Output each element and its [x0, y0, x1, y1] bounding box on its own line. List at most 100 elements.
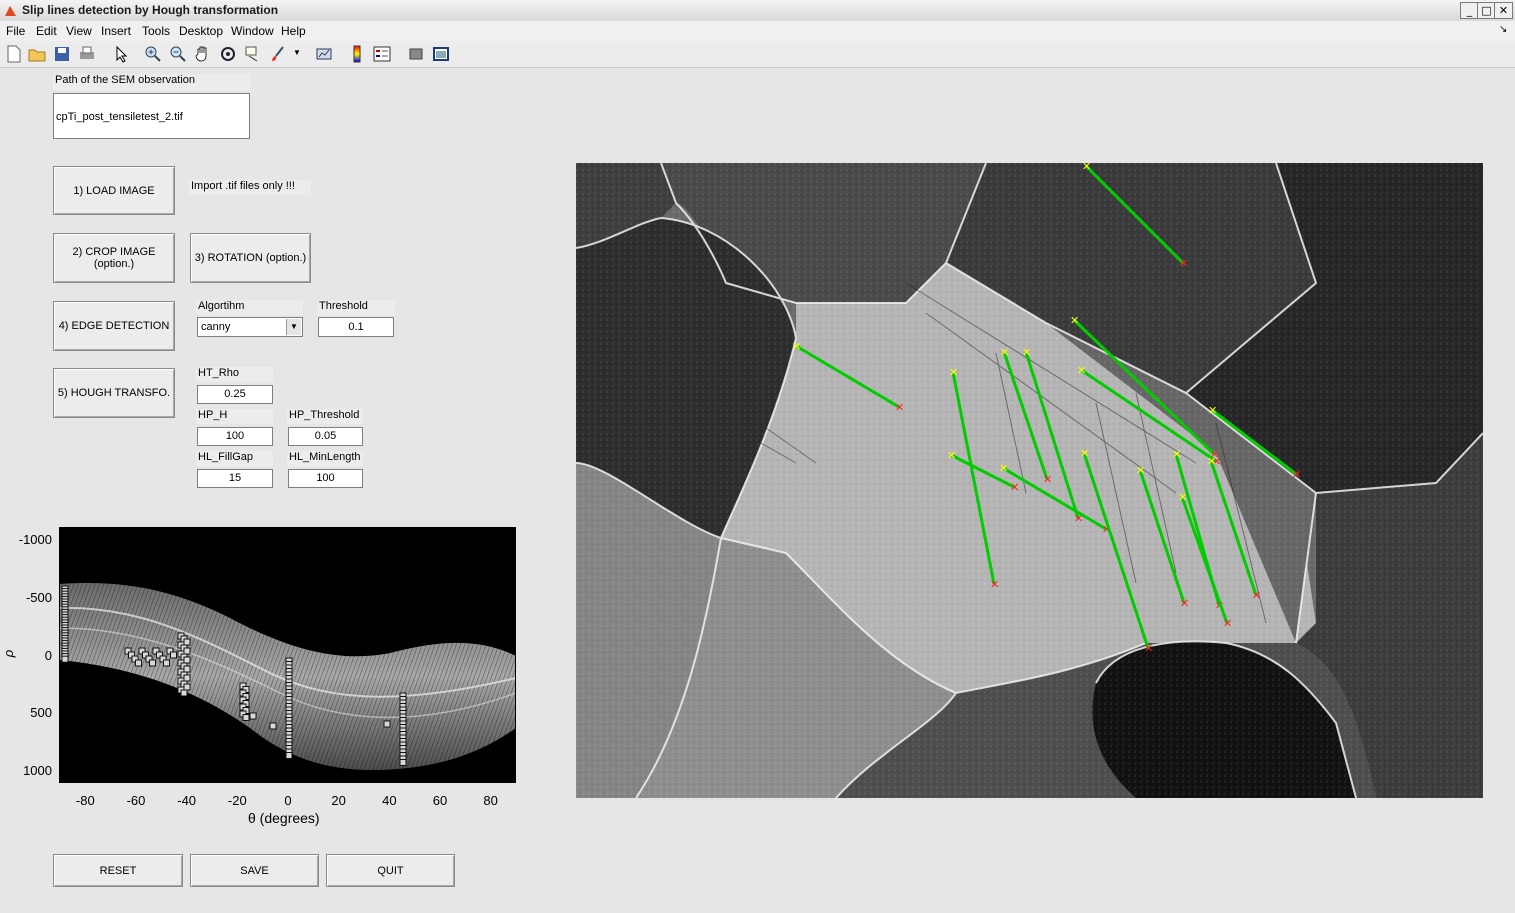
dock-arrow-icon[interactable]: ↘ [1499, 24, 1507, 35]
line-end-marker: ✕ [1252, 589, 1261, 602]
hl-fillgap-label: HL_FillGap [196, 451, 273, 466]
brush-dropdown-icon[interactable]: ▼ [293, 48, 301, 57]
y-tick-label: 500 [30, 705, 52, 721]
x-tick-label: 20 [331, 793, 346, 808]
chevron-down-icon[interactable]: ▼ [286, 319, 301, 335]
close-button[interactable]: ✕ [1494, 2, 1513, 19]
save-icon[interactable] [52, 44, 72, 64]
menu-edit[interactable]: Edit [36, 24, 57, 38]
threshold-input[interactable]: 0.1 [318, 317, 394, 337]
line-start-marker: ✕ [1178, 491, 1187, 504]
algorithm-value: canny [201, 321, 231, 333]
hl-minlength-input[interactable]: 100 [288, 469, 363, 488]
reset-button[interactable]: RESET [53, 854, 183, 887]
legend-icon[interactable] [372, 44, 392, 64]
brush-icon[interactable] [268, 44, 288, 64]
hough-peak-marker [285, 752, 293, 759]
data-cursor-icon[interactable] [243, 44, 263, 64]
threshold-label: Threshold [317, 300, 395, 315]
algorithm-label: Algortihm [196, 300, 303, 315]
x-tick-label: -60 [126, 793, 146, 808]
algorithm-select[interactable]: canny ▼ [197, 317, 303, 337]
window-title: Slip lines detection by Hough transforma… [22, 3, 279, 17]
line-end-marker: ✕ [1043, 473, 1052, 486]
line-start-marker: ✕ [1000, 346, 1009, 359]
matlab-icon [5, 6, 16, 16]
print-icon[interactable] [77, 44, 97, 64]
zoom-in-icon[interactable] [143, 44, 163, 64]
menu-insert[interactable]: Insert [101, 24, 131, 38]
hide-plot-tools-icon[interactable] [406, 44, 426, 64]
menu-bar: File Edit View Insert Tools Desktop Wind… [0, 21, 1515, 41]
x-tick-label: -80 [75, 793, 95, 808]
line-end-marker: ✕ [1292, 468, 1301, 481]
colorbar-icon[interactable] [347, 44, 367, 64]
hough-plot-area[interactable] [60, 528, 516, 783]
menu-desktop[interactable]: Desktop [179, 24, 223, 38]
line-end-marker: ✕ [1010, 481, 1019, 494]
x-tick-label: 0 [284, 793, 292, 808]
edge-detection-button[interactable]: 4) EDGE DETECTION [53, 301, 175, 351]
hough-peak-marker [269, 722, 277, 730]
line-start-marker: ✕ [1136, 464, 1145, 477]
import-note: Import .tif files only !!! [189, 180, 311, 195]
menu-tools[interactable]: Tools [142, 24, 170, 38]
hough-transform-button[interactable]: 5) HOUGH TRANSFO. [53, 368, 175, 418]
zoom-out-icon[interactable] [168, 44, 188, 64]
line-start-marker: ✕ [999, 462, 1008, 475]
pan-icon[interactable] [193, 44, 213, 64]
hough-accumulator [60, 583, 516, 771]
y-tick-label: 0 [44, 647, 52, 663]
open-file-icon[interactable] [27, 44, 47, 64]
sem-micrograph: ✕✕✕✕✕✕✕✕✕✕✕✕✕✕✕✕✕✕✕✕✕✕✕✕✕✕✕✕✕✕ [576, 163, 1483, 798]
load-image-button[interactable]: 1) LOAD IMAGE [53, 166, 175, 215]
line-start-marker: ✕ [792, 340, 801, 353]
link-plot-icon[interactable] [314, 44, 334, 64]
ht-rho-input[interactable]: 0.25 [197, 385, 273, 404]
hough-peak-marker [249, 712, 257, 720]
hp-h-input[interactable]: 100 [197, 427, 273, 446]
y-tick-label: -500 [25, 589, 52, 605]
hp-threshold-input[interactable]: 0.05 [288, 427, 363, 446]
quit-button[interactable]: QUIT [326, 854, 455, 887]
hough-peak-marker [183, 638, 191, 646]
x-tick-label: 60 [432, 793, 448, 808]
line-end-marker: ✕ [1180, 597, 1189, 610]
line-start-marker: ✕ [1080, 447, 1089, 460]
menu-file[interactable]: File [6, 24, 25, 38]
line-start-marker: ✕ [1022, 346, 1031, 359]
pointer-icon[interactable] [111, 44, 131, 64]
path-label: Path of the SEM observation [53, 74, 251, 90]
x-axis-label: θ (degrees) [248, 810, 320, 826]
x-tick-label: 40 [382, 793, 397, 808]
menu-help[interactable]: Help [281, 24, 306, 38]
line-end-marker: ✕ [1144, 642, 1153, 655]
line-end-marker: ✕ [1179, 257, 1188, 270]
title-bar: Slip lines detection by Hough transforma… [0, 0, 1515, 22]
line-start-marker: ✕ [1208, 404, 1217, 417]
show-plot-tools-icon[interactable] [431, 44, 451, 64]
save-button[interactable]: SAVE [190, 854, 319, 887]
hough-peak-marker [183, 683, 191, 691]
x-tick-label: -40 [177, 793, 197, 808]
hl-minlength-label: HL_MinLength [287, 451, 363, 466]
hough-peak-marker [383, 720, 391, 728]
sem-image[interactable]: ✕✕✕✕✕✕✕✕✕✕✕✕✕✕✕✕✕✕✕✕✕✕✕✕✕✕✕✕✕✕ [576, 163, 1483, 798]
hl-fillgap-input[interactable]: 15 [197, 469, 273, 488]
toolbar: ▼ [0, 41, 1515, 68]
hough-peak-marker [183, 656, 191, 664]
hough-peak-marker [183, 674, 191, 682]
menu-window[interactable]: Window [231, 24, 274, 38]
hough-peak-marker [242, 714, 250, 721]
hp-h-label: HP_H [196, 409, 273, 424]
line-start-marker: ✕ [1070, 314, 1079, 327]
menu-view[interactable]: View [66, 24, 92, 38]
hough-peak-marker [149, 659, 156, 667]
y-axis-label: ρ [1, 649, 17, 658]
rotate-3d-icon[interactable] [218, 44, 238, 64]
rotation-button[interactable]: 3) ROTATION (option.) [190, 233, 311, 283]
new-figure-icon[interactable] [4, 44, 24, 64]
line-end-marker: ✕ [990, 578, 999, 591]
crop-image-button[interactable]: 2) CROP IMAGE (option.) [53, 233, 175, 283]
path-input[interactable]: cpTi_post_tensiletest_2.tif [53, 93, 250, 139]
